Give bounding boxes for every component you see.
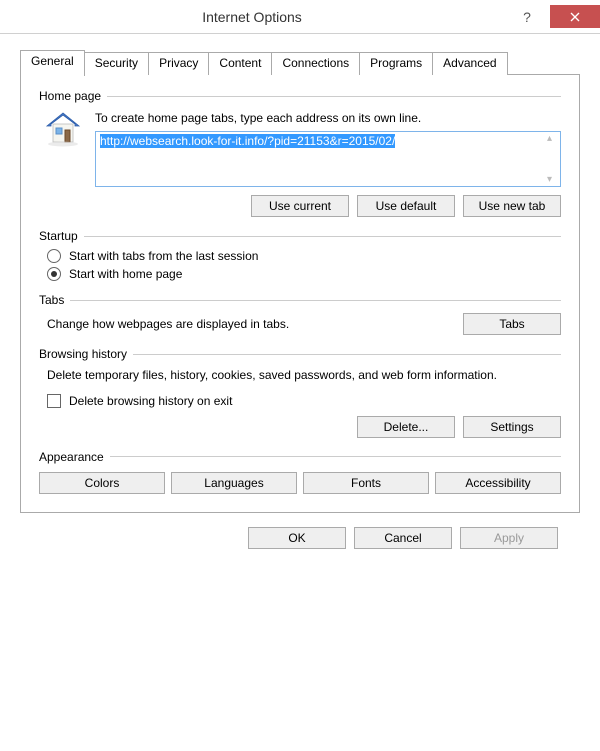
delete-on-exit-checkbox[interactable]: Delete browsing history on exit xyxy=(47,394,561,408)
tab-security[interactable]: Security xyxy=(84,52,149,75)
divider xyxy=(107,96,561,97)
fonts-button[interactable]: Fonts xyxy=(303,472,429,494)
help-button[interactable]: ? xyxy=(504,5,550,28)
appearance-label: Appearance xyxy=(39,450,104,464)
radio-start-home-page[interactable]: Start with home page xyxy=(47,267,561,281)
colors-button[interactable]: Colors xyxy=(39,472,165,494)
tab-programs[interactable]: Programs xyxy=(359,52,433,75)
tab-panel-general: Home page To create home page tabs, type… xyxy=(20,75,580,513)
divider xyxy=(70,300,561,301)
use-new-tab-button[interactable]: Use new tab xyxy=(463,195,561,217)
textarea-scroll[interactable]: ▴▾ xyxy=(547,133,559,185)
homepage-label: Home page xyxy=(39,89,101,103)
use-current-button[interactable]: Use current xyxy=(251,195,349,217)
languages-button[interactable]: Languages xyxy=(171,472,297,494)
tabs-text: Change how webpages are displayed in tab… xyxy=(47,317,447,331)
tab-advanced[interactable]: Advanced xyxy=(432,52,507,75)
dialog-footer: OK Cancel Apply xyxy=(20,513,580,549)
group-browsing-history: Browsing history Delete temporary files,… xyxy=(39,347,561,438)
tab-content[interactable]: Content xyxy=(208,52,272,75)
group-startup: Startup Start with tabs from the last se… xyxy=(39,229,561,281)
history-text: Delete temporary files, history, cookies… xyxy=(47,367,561,384)
radio-label: Start with home page xyxy=(69,267,182,281)
radio-start-last-session[interactable]: Start with tabs from the last session xyxy=(47,249,561,263)
radio-icon xyxy=(47,249,61,263)
radio-label: Start with tabs from the last session xyxy=(69,249,258,263)
group-homepage: Home page To create home page tabs, type… xyxy=(39,89,561,217)
apply-button[interactable]: Apply xyxy=(460,527,558,549)
settings-button[interactable]: Settings xyxy=(463,416,561,438)
homepage-instruction: To create home page tabs, type each addr… xyxy=(95,111,561,125)
homepage-url-input[interactable]: http://websearch.look-for-it.info/?pid=2… xyxy=(95,131,561,187)
checkbox-label: Delete browsing history on exit xyxy=(69,394,232,408)
tab-strip: General Security Privacy Content Connect… xyxy=(20,50,580,75)
checkbox-icon xyxy=(47,394,61,408)
title-bar: Internet Options ? xyxy=(0,0,600,34)
divider xyxy=(133,354,561,355)
startup-label: Startup xyxy=(39,229,78,243)
accessibility-button[interactable]: Accessibility xyxy=(435,472,561,494)
tabs-label: Tabs xyxy=(39,293,64,307)
cancel-button[interactable]: Cancel xyxy=(354,527,452,549)
ok-button[interactable]: OK xyxy=(248,527,346,549)
tab-privacy[interactable]: Privacy xyxy=(148,52,209,75)
group-tabs: Tabs Change how webpages are displayed i… xyxy=(39,293,561,335)
use-default-button[interactable]: Use default xyxy=(357,195,455,217)
radio-icon xyxy=(47,267,61,281)
tab-connections[interactable]: Connections xyxy=(271,52,360,75)
window-title: Internet Options xyxy=(0,9,504,25)
delete-button[interactable]: Delete... xyxy=(357,416,455,438)
history-label: Browsing history xyxy=(39,347,127,361)
group-appearance: Appearance Colors Languages Fonts Access… xyxy=(39,450,561,494)
home-icon xyxy=(43,109,83,149)
tabs-button[interactable]: Tabs xyxy=(463,313,561,335)
tab-general[interactable]: General xyxy=(20,50,85,76)
divider xyxy=(110,456,561,457)
divider xyxy=(84,236,561,237)
close-button[interactable] xyxy=(550,5,600,28)
